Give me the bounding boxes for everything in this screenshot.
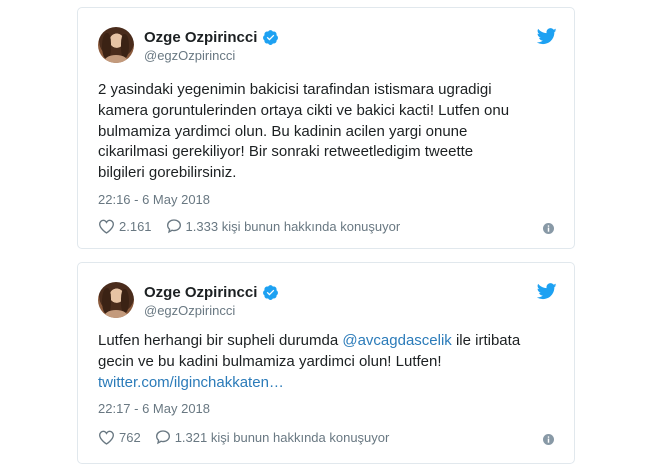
reply-action[interactable]: 1.321 kişi bunun hakkında konuşuyor	[155, 429, 390, 445]
url-link[interactable]: twitter.com/ilginchakkaten…	[98, 374, 284, 391]
tweet-timestamp[interactable]: 22:16 - 6 May 2018	[98, 192, 210, 207]
like-count: 2.161	[119, 218, 152, 234]
author-handle[interactable]: @egzOzpirincci	[144, 48, 235, 63]
conversation-text: 1.333 kişi bunun hakkında konuşuyor	[185, 218, 401, 234]
twitter-bird-icon[interactable]	[537, 28, 557, 45]
speech-bubble-icon	[166, 219, 181, 234]
verified-badge-icon	[263, 284, 279, 300]
like-action[interactable]: 762	[98, 430, 141, 445]
author-name[interactable]: Ozge Ozpirincci	[144, 29, 257, 46]
author-name[interactable]: Ozge Ozpirincci	[144, 284, 257, 301]
like-action[interactable]: 2.161	[98, 219, 152, 234]
tweet-actions: 2.161 1.333 kişi bunun hakkında konuşuyo…	[98, 218, 414, 234]
author-row: Ozge Ozpirincci	[144, 282, 279, 302]
avatar[interactable]	[98, 282, 134, 318]
reply-action[interactable]: 1.333 kişi bunun hakkında konuşuyor	[166, 218, 401, 234]
heart-icon	[98, 430, 115, 445]
avatar[interactable]	[98, 27, 134, 63]
tweet-card: Ozge Ozpirincci @egzOzpirincci 2 yasinda…	[77, 7, 575, 249]
speech-bubble-icon	[155, 430, 170, 445]
heart-icon	[98, 219, 115, 234]
like-count: 762	[119, 429, 141, 445]
verified-badge-icon	[263, 29, 279, 45]
author-handle[interactable]: @egzOzpirincci	[144, 303, 235, 318]
mention-link[interactable]: @avcagdascelik	[342, 332, 451, 349]
tweet-text: 2 yasindaki yegenimin bakicisi tarafinda…	[98, 81, 510, 182]
tweet-actions: 762 1.321 kişi bunun hakkında konuşuyor	[98, 429, 403, 445]
author-row: Ozge Ozpirincci	[144, 27, 279, 47]
info-icon[interactable]	[543, 223, 554, 234]
conversation-text: 1.321 kişi bunun hakkında konuşuyor	[174, 429, 390, 445]
tweet-text: Lutfen herhangi bir supheli durumda @avc…	[98, 331, 556, 393]
info-icon[interactable]	[543, 434, 554, 445]
twitter-bird-icon[interactable]	[537, 283, 557, 300]
tweet-timestamp[interactable]: 22:17 - 6 May 2018	[98, 401, 210, 416]
tweet-text-part: Lutfen herhangi bir supheli durumda	[98, 332, 343, 349]
tweet-card: Ozge Ozpirincci @egzOzpirincci Lutfen he…	[77, 262, 575, 464]
